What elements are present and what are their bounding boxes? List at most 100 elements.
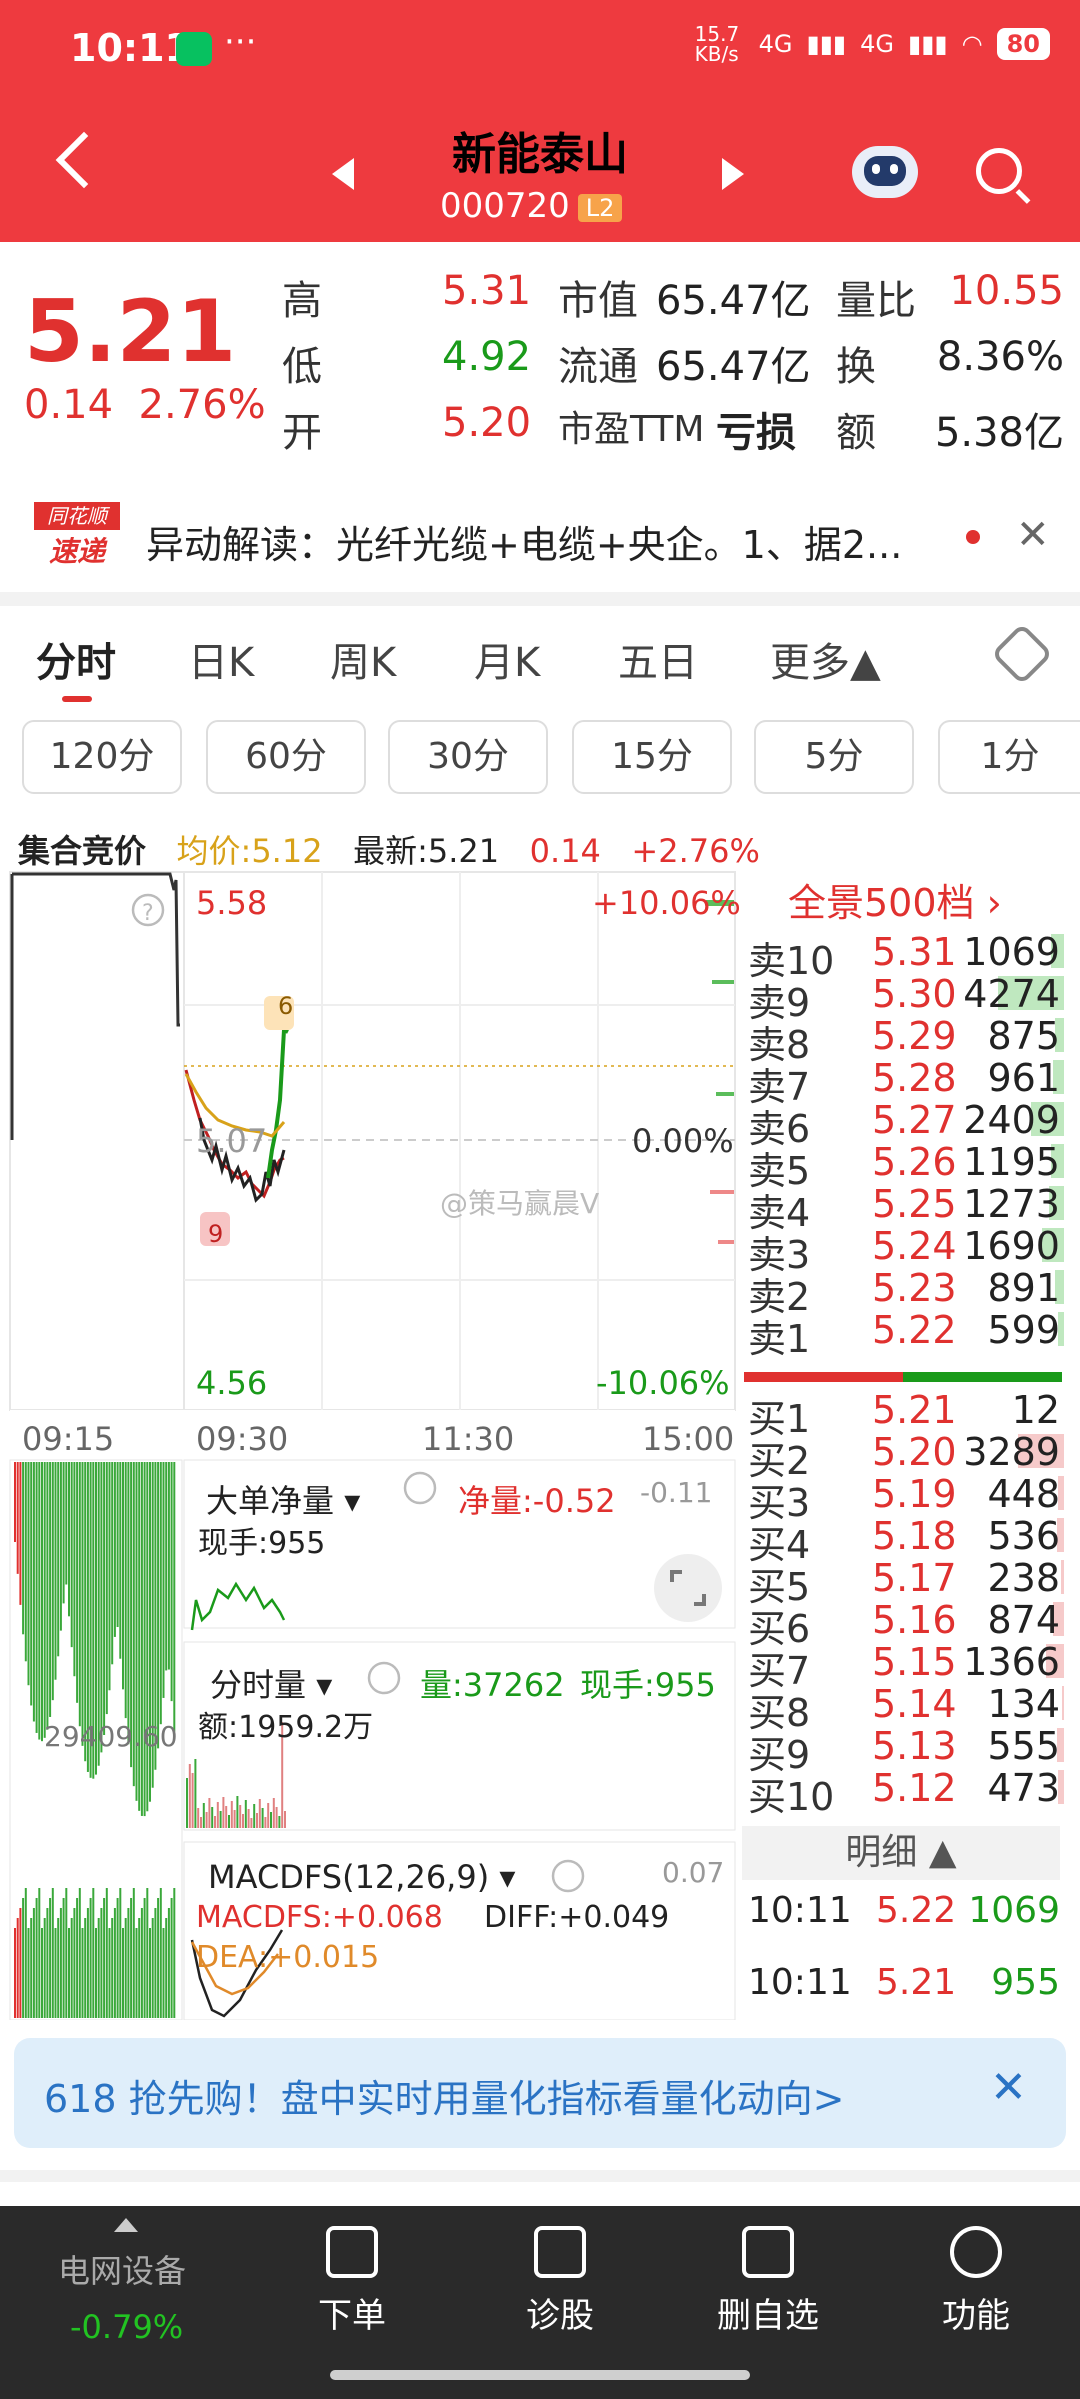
amount-value: 5.38亿 [934, 410, 1064, 456]
change-pct: 2.76% [138, 382, 266, 428]
open-value: 5.20 [442, 400, 532, 446]
auction-bar [35, 1462, 38, 1733]
auction-bar [116, 1898, 119, 2018]
order-book-title[interactable]: 全景500档 › [788, 872, 1002, 927]
close-icon[interactable]: ✕ [1016, 512, 1050, 558]
nav-functions[interactable]: 功能 [906, 2226, 1046, 2337]
order-book-row[interactable]: 买10 5.12 473 [748, 1766, 1064, 1819]
order-book-row[interactable]: 卖4 5.25 1273 [748, 1182, 1064, 1235]
big-order-dropdown[interactable]: 大单净量 ▾ [206, 1476, 360, 1522]
volume-dropdown[interactable]: 分时量 ▾ [210, 1660, 332, 1706]
next-stock-icon[interactable] [722, 158, 744, 190]
tab-daily-k[interactable]: 日K [188, 630, 254, 688]
period-30min[interactable]: 30分 [388, 720, 548, 794]
volume-bar [230, 1801, 233, 1828]
order-book-row[interactable]: 卖5 5.26 1195 [748, 1140, 1064, 1193]
auction-bar [108, 1462, 111, 1691]
help-icon[interactable] [367, 1661, 401, 1695]
order-book-row[interactable]: 买4 5.18 536 [748, 1514, 1064, 1567]
order-volume: 874 [987, 1598, 1060, 1642]
auction-bar [14, 1928, 16, 2018]
order-book-row[interactable]: 卖7 5.28 961 [748, 1056, 1064, 1109]
auction-bar [119, 1888, 122, 2018]
order-book-row[interactable]: 买3 5.19 448 [748, 1472, 1064, 1525]
signal-4g-1: 4G [758, 30, 793, 58]
auction-bar [100, 1462, 103, 1753]
time-label-1130: 11:30 [422, 1420, 515, 1458]
chart-mid-price: 5.07 [196, 1122, 268, 1160]
order-book-row[interactable]: 买1 5.21 12 [748, 1388, 1064, 1441]
period-60min[interactable]: 60分 [206, 720, 366, 794]
news-ticker[interactable]: 异动解读：光纤光缆+电缆+央企。1、据2... [146, 514, 902, 569]
order-book-row[interactable]: 卖9 5.30 4274 [748, 972, 1064, 1025]
detail-toggle[interactable]: 明细 ▲ [742, 1826, 1060, 1880]
tab-weekly-k[interactable]: 周K [330, 630, 396, 688]
order-book-row[interactable]: 卖3 5.24 1690 [748, 1224, 1064, 1277]
nav-diagnose[interactable]: 诊股 [490, 2226, 630, 2337]
auction-bar [27, 1928, 30, 2018]
order-book-row[interactable]: 买7 5.15 1366 [748, 1640, 1064, 1693]
expand-up-icon[interactable] [114, 2218, 138, 2232]
auction-bar [111, 1462, 114, 1665]
volume-bar [267, 1803, 270, 1828]
tab-five-day[interactable]: 五日 [618, 630, 698, 688]
help-icon[interactable] [551, 1859, 585, 1893]
period-120min[interactable]: 120分 [22, 720, 182, 794]
order-volume: 875 [987, 1014, 1060, 1058]
search-icon[interactable] [976, 148, 1022, 194]
watermark: @策马赢晨V [440, 1187, 600, 1220]
order-book-row[interactable]: 买5 5.17 238 [748, 1556, 1064, 1609]
tick-time: 10:11 [748, 1962, 852, 2003]
auction-bar [59, 1908, 62, 2018]
order-book-row[interactable]: 卖2 5.23 891 [748, 1266, 1064, 1319]
help-icon[interactable] [403, 1471, 437, 1505]
ai-assistant-icon[interactable] [852, 146, 918, 198]
volume-bar [191, 1773, 194, 1828]
tab-more[interactable]: 更多▲ [770, 630, 881, 688]
sector-name[interactable]: 电网设备 [58, 2246, 186, 2292]
order-book-row[interactable]: 买8 5.14 134 [748, 1682, 1064, 1735]
order-book-row[interactable]: 卖1 5.22 599 [748, 1308, 1064, 1361]
net-speed: 15.7 KB/s [694, 22, 740, 66]
macd-dropdown[interactable]: MACDFS(12,26,9) ▾ [208, 1858, 515, 1896]
order-book-row[interactable]: 卖10 5.31 1069 [748, 930, 1064, 983]
volume-bar [236, 1796, 239, 1828]
order-book-row[interactable]: 卖6 5.27 2409 [748, 1098, 1064, 1151]
volume-bar [208, 1798, 211, 1828]
low-marker-label: 9 [208, 1220, 224, 1248]
close-icon[interactable]: ✕ [990, 2062, 1027, 2113]
float-label: 流通 [558, 344, 638, 390]
volume-ratio-label: 量比 [836, 278, 916, 324]
order-book-row[interactable]: 买9 5.13 555 [748, 1724, 1064, 1777]
divider [0, 592, 1080, 606]
auction-bar [132, 1888, 135, 2018]
net-volume-label: 净量: [458, 1482, 533, 1520]
order-book-row[interactable]: 买2 5.20 3289 [748, 1430, 1064, 1483]
auction-bar [73, 1462, 76, 1677]
order-volume: 2409 [963, 1098, 1060, 1142]
promo-text[interactable]: 618 抢先购！盘中实时用量化指标看量化动向> [44, 2068, 844, 2123]
auction-bar [167, 1462, 170, 1670]
order-book-row[interactable]: 买6 5.16 874 [748, 1598, 1064, 1651]
tab-intraday[interactable]: 分时 [36, 630, 116, 688]
period-15min[interactable]: 15分 [572, 720, 732, 794]
order-price: 5.18 [872, 1514, 957, 1558]
menu-icon [950, 2226, 1002, 2278]
volume-bar [214, 1816, 216, 1828]
settings-icon[interactable] [990, 622, 1054, 686]
auction-bar [76, 1898, 79, 2018]
auction-bar [165, 1462, 168, 1671]
period-5min[interactable]: 5分 [754, 720, 914, 794]
auction-bar [113, 1908, 116, 2018]
tab-monthly-k[interactable]: 月K [474, 630, 540, 688]
order-price: 5.27 [872, 1098, 957, 1142]
current-price: 5.21 [24, 282, 237, 382]
price-change: 0.14 2.76% [24, 382, 266, 428]
nav-remove-watchlist[interactable]: 删自选 [698, 2226, 838, 2337]
order-volume-bar [1061, 1560, 1064, 1594]
order-book-row[interactable]: 卖8 5.29 875 [748, 1014, 1064, 1067]
fullscreen-icon[interactable] [654, 1554, 722, 1622]
nav-order[interactable]: 下单 [282, 2226, 422, 2337]
period-1min[interactable]: 1分 [938, 720, 1080, 794]
prev-stock-icon[interactable] [332, 158, 354, 190]
